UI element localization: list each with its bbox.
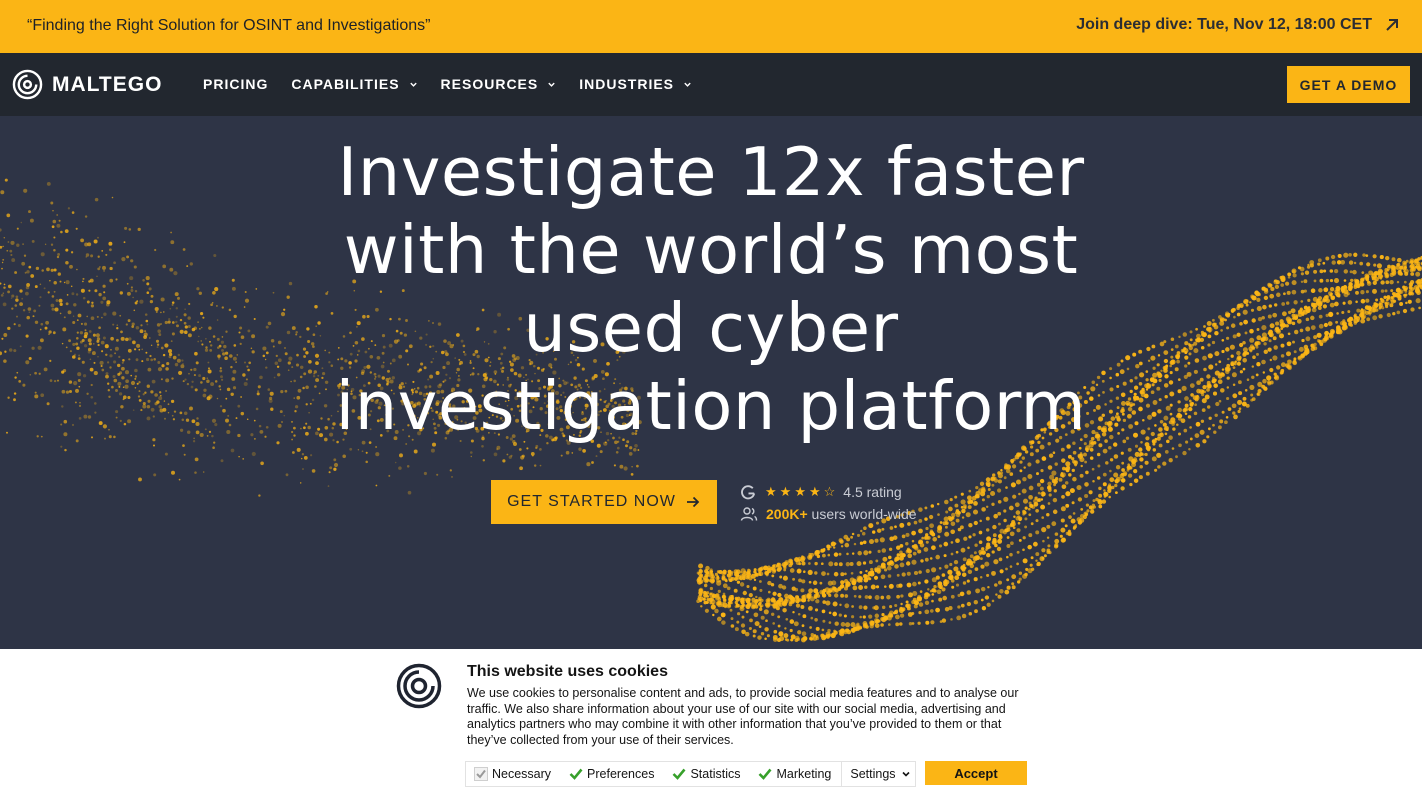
hero-headline: Investigate 12x faster with the world’s … — [0, 133, 1422, 445]
banner-quote: “Finding the Right Solution for OSINT an… — [27, 17, 431, 34]
nav-item-label: RESOURCES — [440, 76, 539, 92]
nav-item-label: CAPABILITIES — [291, 76, 400, 92]
maltego-logo-icon — [12, 69, 43, 100]
chevron-down-icon — [548, 82, 555, 87]
consent-label: Marketing — [776, 767, 832, 781]
primary-nav: PRICING CAPABILITIES RESOURCES INDUSTRIE… — [203, 76, 692, 92]
arrow-right-icon — [686, 496, 700, 508]
star-rating: ★ ★ ★ ★ ☆ — [765, 484, 835, 500]
consent-necessary-checkbox[interactable]: Necessary — [466, 762, 561, 786]
nav-item-label: PRICING — [203, 76, 269, 92]
headline-line: with the world’s most — [343, 211, 1079, 289]
get-started-button[interactable]: GET STARTED NOW — [491, 480, 717, 524]
nav-item-pricing[interactable]: PRICING — [203, 76, 268, 92]
consent-preferences-checkbox[interactable]: Preferences — [561, 762, 664, 786]
settings-dropdown[interactable]: Settings — [841, 762, 914, 786]
nav-item-capabilities[interactable]: CAPABILITIES — [291, 76, 417, 92]
nav-item-industries[interactable]: INDUSTRIES — [579, 76, 692, 92]
checkmark-icon — [474, 767, 488, 781]
star-full-icon: ★ — [765, 484, 777, 499]
nav-item-resources[interactable]: RESOURCES — [441, 76, 557, 92]
promo-banner: “Finding the Right Solution for OSINT an… — [0, 0, 1422, 53]
maltego-logo[interactable]: MALTEGO — [12, 69, 162, 100]
nav-item-label: INDUSTRIES — [579, 76, 675, 92]
banner-deep-dive-link[interactable]: Join deep dive: Tue, Nov 12, 18:00 CET — [1076, 15, 1402, 35]
users-icon — [740, 507, 758, 521]
users-text: users world-wide — [811, 506, 917, 522]
rating-row: ★ ★ ★ ★ ☆ 4.5 rating — [740, 482, 917, 502]
get-started-label: GET STARTED NOW — [507, 493, 676, 510]
star-full-icon: ★ — [779, 484, 792, 499]
cookie-title: This website uses cookies — [467, 663, 668, 680]
chevron-down-icon — [684, 82, 691, 87]
consent-label: Necessary — [492, 767, 552, 781]
cookie-consent-bar: This website uses cookies We use cookies… — [0, 649, 1422, 800]
checkmark-icon — [673, 768, 686, 780]
cookiebot-logo-icon — [396, 663, 442, 709]
consent-options: Necessary Preferences Statistics Marketi… — [465, 761, 916, 787]
consent-statistics-checkbox[interactable]: Statistics — [664, 762, 750, 786]
star-half-icon: ☆ — [823, 484, 836, 499]
users-count: 200K+ — [766, 506, 808, 522]
main-navbar: MALTEGO PRICING CAPABILITIES RESOURCES I… — [0, 53, 1422, 116]
star-full-icon: ★ — [808, 484, 821, 499]
accept-cookies-button[interactable]: Accept — [925, 761, 1027, 785]
hero-section: Investigate 12x faster with the world’s … — [0, 116, 1422, 649]
chevron-down-icon — [409, 82, 417, 87]
checkmark-icon — [759, 768, 772, 780]
users-row: 200K+ users world-wide — [740, 504, 917, 524]
headline-line: used cyber — [523, 289, 899, 367]
chevron-down-icon — [901, 771, 910, 777]
arrow-up-right-icon — [1386, 19, 1398, 31]
star-full-icon: ★ — [794, 484, 806, 499]
headline-line: Investigate 12x faster — [337, 133, 1085, 211]
banner-cta-label: Join deep dive: Tue, Nov 12, 18:00 CET — [1076, 16, 1372, 33]
logo-text: MALTEGO — [52, 72, 163, 96]
consent-label: Statistics — [690, 767, 741, 781]
get-demo-button[interactable]: GET A DEMO — [1287, 66, 1410, 103]
consent-label: Preferences — [587, 767, 655, 781]
cookie-description: We use cookies to personalise content an… — [467, 686, 1019, 747]
rating-block: ★ ★ ★ ★ ☆ 4.5 rating 200K+ users world-w… — [740, 482, 917, 524]
checkmark-icon — [569, 768, 583, 780]
settings-label: Settings — [850, 767, 896, 781]
headline-line: investigation platform — [335, 367, 1087, 445]
consent-marketing-checkbox[interactable]: Marketing — [750, 762, 841, 786]
rating-text: 4.5 rating — [843, 484, 902, 500]
g2-logo-icon — [741, 484, 756, 499]
